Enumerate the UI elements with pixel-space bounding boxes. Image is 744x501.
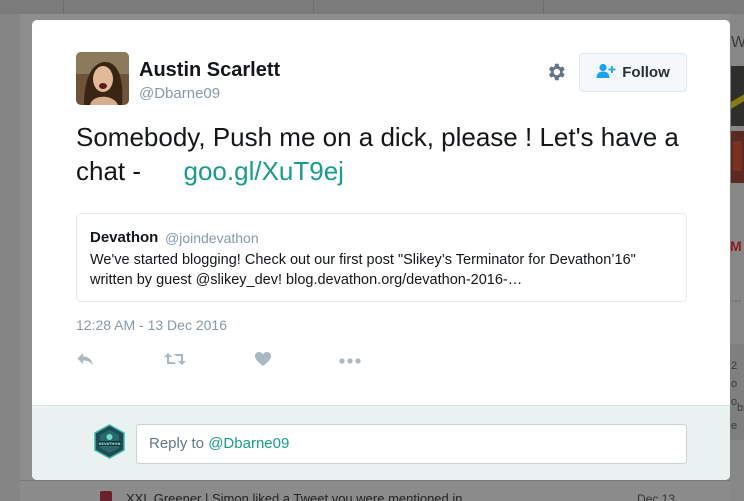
author-avatar[interactable] <box>76 52 129 105</box>
gear-icon <box>545 61 567 88</box>
background-snippet: 2 <box>731 360 738 372</box>
follow-button[interactable]: Follow <box>579 53 687 92</box>
more-button[interactable] <box>339 350 361 372</box>
reply-icon <box>76 351 96 372</box>
tweet-modal: Austin Scarlett @Dbarne09 Follow Somebod… <box>32 20 730 480</box>
background-sidebar-title: W <box>731 34 744 51</box>
like-button[interactable] <box>254 350 272 372</box>
background-notification-row: XXL Greener | Simon liked a Tweet you we… <box>20 480 730 501</box>
reply-composer: DEVATHON Reply to @Dbarne09 <box>32 405 730 480</box>
background-snippet: bs <box>737 402 744 414</box>
background-thumbnail <box>731 66 744 126</box>
tweet-timestamp[interactable]: 12:28 AM - 13 Dec 2016 <box>76 317 227 333</box>
background-dots: ⋯ <box>731 296 741 307</box>
quoted-tweet[interactable]: Devathon @joindevathon We've started blo… <box>76 213 687 302</box>
author-handle[interactable]: @Dbarne09 <box>139 85 220 102</box>
quoted-author-handle: @joindevathon <box>165 230 259 246</box>
more-dots-icon <box>339 352 361 370</box>
author-name[interactable]: Austin Scarlett <box>139 59 280 82</box>
background-snippet: o <box>731 378 738 390</box>
background-logo-fragment: M <box>730 238 742 254</box>
background-left-column <box>0 14 20 501</box>
quoted-tweet-text: We've started blogging! Check out our fi… <box>90 252 636 288</box>
background-thumbnail <box>731 131 744 183</box>
tweet-body: Somebody, Push me on a dick, please ! Le… <box>76 122 679 186</box>
retweet-icon <box>163 351 187 372</box>
heart-icon <box>254 351 272 372</box>
reply-button[interactable] <box>76 350 96 372</box>
user-avatar[interactable]: DEVATHON <box>92 424 127 459</box>
background-notification-text: XXL Greener | Simon liked a Tweet you we… <box>126 491 463 501</box>
heart-notification-icon <box>100 491 112 501</box>
background-top-bar <box>0 0 744 14</box>
tweet-text: Somebody, Push me on a dick, please ! Le… <box>76 120 696 188</box>
follow-label: Follow <box>622 64 670 81</box>
quoted-author-name: Devathon <box>90 229 159 246</box>
avatar-badge-text: DEVATHON <box>99 442 121 446</box>
reply-input[interactable]: Reply to @Dbarne09 <box>136 424 687 464</box>
tweet-link[interactable]: goo.gl/XuT9ej <box>184 156 344 186</box>
settings-button[interactable] <box>542 60 570 88</box>
background-notification-date: Dec 13 <box>637 492 676 501</box>
reply-placeholder-prefix: Reply to <box>149 435 209 452</box>
reply-mention: @Dbarne09 <box>208 435 290 452</box>
background-snippet: e <box>731 420 738 432</box>
retweet-button[interactable] <box>163 350 187 372</box>
add-user-icon <box>596 63 616 83</box>
